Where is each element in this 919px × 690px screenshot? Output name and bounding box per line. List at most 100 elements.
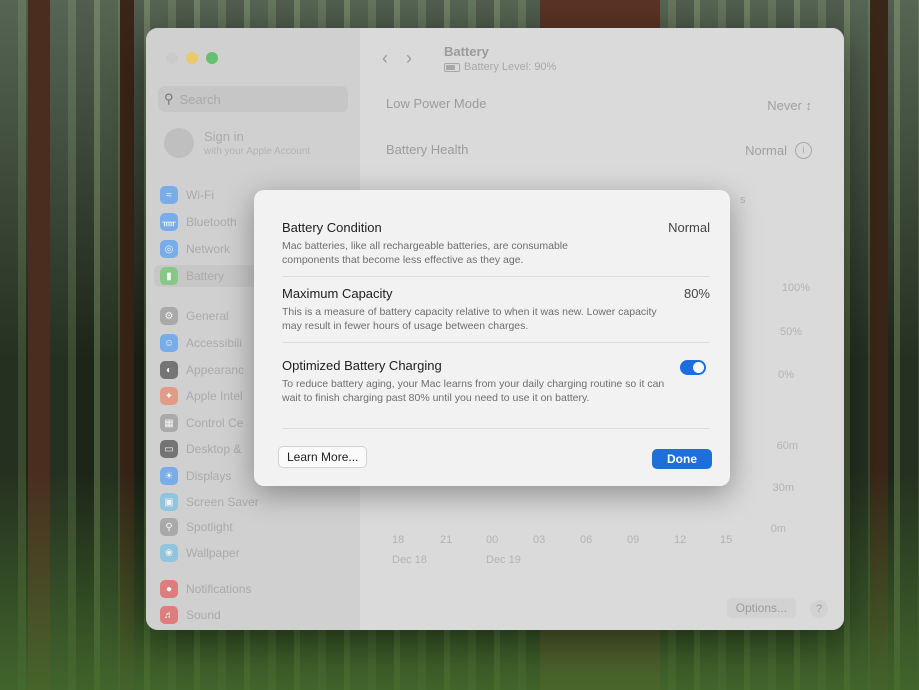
low-power-mode-label: Low Power Mode [386, 96, 487, 111]
sidebar-item-label: Appearanc [186, 363, 245, 377]
displays-icon: ☀ [160, 467, 178, 485]
page-title: Battery [444, 44, 489, 59]
sidebar-item-label: Desktop & [186, 442, 242, 456]
gear-icon: ⚙ [160, 307, 178, 325]
x-axis-label: 06 [580, 534, 593, 546]
maximum-capacity-section: Maximum Capacity 80% This is a measure o… [282, 286, 710, 333]
info-icon[interactable]: i [795, 142, 812, 159]
sidebar-item-label: Accessibili [186, 336, 243, 350]
avatar [164, 128, 194, 158]
sign-in-subtitle: with your Apple Account [204, 146, 311, 157]
optimized-charging-description: To reduce battery aging, your Mac learns… [282, 378, 665, 404]
zoom-button[interactable] [206, 52, 218, 64]
battery-condition-description: Mac batteries, like all rechargeable bat… [282, 240, 568, 266]
x-axis-label: 15 [720, 534, 733, 546]
wallpaper-icon: ❀ [160, 544, 178, 562]
sound-icon: ♬ [160, 606, 178, 624]
sidebar-item-label: Wallpaper [186, 546, 240, 560]
low-power-mode-select[interactable]: Never ↕ [767, 98, 812, 113]
help-button[interactable]: ? [810, 600, 828, 618]
sidebar-item-label: Wi-Fi [186, 188, 214, 202]
search-icon: ⚲ [164, 91, 174, 106]
x-axis-label: 00 [486, 534, 499, 546]
x-axis-label: 09 [627, 534, 640, 546]
maximum-capacity-description: This is a measure of battery capacity re… [282, 306, 657, 332]
battery-level-text: Battery Level: 90% [464, 61, 557, 73]
sidebar-item-sound[interactable]: ♬ Sound [160, 604, 350, 626]
sidebar-item-label: Battery [186, 269, 225, 283]
screen-saver-icon: ▣ [160, 493, 178, 511]
notifications-icon: ● [160, 580, 178, 598]
pane-header: Battery Battery Level: 90% [444, 44, 556, 73]
sidebar-item-spotlight[interactable]: ⚲ Spotlight [160, 516, 350, 538]
wifi-icon: ≈ [160, 186, 178, 204]
battery-health-value: Normal [745, 143, 787, 158]
sidebar-item-label: Control Ce [186, 416, 244, 430]
control-center-icon: ▦ [160, 414, 178, 432]
sidebar-item-wallpaper[interactable]: ❀ Wallpaper [160, 542, 350, 564]
bluetooth-icon: ᚅ [160, 213, 178, 231]
divider [282, 342, 710, 343]
appearance-icon: ◐ [160, 361, 178, 379]
y-axis-label-30m: 30m [772, 482, 794, 494]
maximum-capacity-value: 80% [683, 286, 710, 301]
apple-intelligence-icon: ✦ [160, 387, 178, 405]
forward-arrow-icon[interactable]: › [406, 48, 412, 69]
sidebar-item-notifications[interactable]: ● Notifications [160, 578, 350, 600]
back-arrow-icon[interactable]: ‹ [382, 48, 388, 69]
y-axis-label-60m: 60m [776, 440, 798, 452]
tree-trunk [120, 0, 134, 690]
sidebar-item-screen-saver[interactable]: ▣ Screen Saver [160, 491, 350, 513]
navigation-arrows: ‹ › [382, 48, 412, 69]
y-axis-label-0m: 0m [770, 523, 786, 535]
optimized-charging-section: Optimized Battery Charging To reduce bat… [282, 358, 710, 405]
sign-in-item[interactable]: Sign in with your Apple Account [164, 128, 310, 158]
learn-more-button[interactable]: Learn More... [278, 446, 368, 468]
battery-level-icon [444, 62, 460, 72]
date-label: Dec 18 [392, 554, 427, 566]
tree-trunk [870, 0, 888, 690]
spotlight-icon: ⚲ [160, 518, 178, 536]
sidebar-item-label: Screen Saver [186, 495, 259, 509]
battery-health-label: Battery Health [386, 142, 469, 157]
close-button[interactable] [166, 52, 178, 64]
x-axis-label: 12 [674, 534, 687, 546]
tree-trunk [28, 0, 50, 690]
search-input[interactable]: ⚲ Search [158, 86, 348, 112]
options-button[interactable]: Options... [726, 598, 796, 618]
divider [282, 276, 710, 277]
battery-level-status: Battery Level: 90% [444, 61, 556, 73]
y-axis-label-100: 100% [781, 282, 810, 294]
battery-condition-title: Battery Condition [282, 220, 382, 235]
y-axis-label-50: 50% [779, 326, 802, 338]
sidebar-item-label: General [186, 309, 229, 323]
optimized-charging-toggle[interactable] [680, 360, 706, 375]
sidebar-item-label: Sound [186, 608, 221, 622]
battery-health-sheet: Battery Condition Normal Mac batteries, … [254, 190, 730, 486]
sidebar-item-label: Bluetooth [186, 215, 237, 229]
minimize-button[interactable] [186, 52, 198, 64]
x-axis-label: 03 [533, 534, 546, 546]
window-controls [166, 52, 218, 64]
sidebar-item-label: Spotlight [186, 520, 233, 534]
globe-icon: ◎ [160, 240, 178, 258]
done-button[interactable]: Done [652, 449, 712, 469]
x-axis-label: 21 [440, 534, 453, 546]
search-placeholder: Search [179, 91, 221, 107]
desktop-icon: ▭ [160, 440, 178, 458]
battery-health-row: Normal i [745, 142, 812, 159]
sidebar-item-label: Network [186, 242, 231, 256]
sidebar-item-label: Notifications [186, 582, 252, 596]
low-power-mode-value: Never ↕ [767, 98, 812, 113]
accessibility-icon: ☺ [160, 334, 178, 352]
battery-icon: ▮ [160, 267, 178, 285]
partial-tab-label: s [740, 194, 746, 206]
divider [282, 428, 710, 429]
sidebar-item-label: Displays [186, 469, 232, 483]
battery-condition-value: Normal [668, 220, 710, 235]
optimized-charging-title: Optimized Battery Charging [282, 358, 442, 373]
sign-in-title: Sign in [204, 129, 244, 144]
x-axis-label: 18 [392, 534, 405, 546]
maximum-capacity-title: Maximum Capacity [282, 286, 393, 301]
sidebar-item-label: Apple Intel [186, 389, 243, 403]
